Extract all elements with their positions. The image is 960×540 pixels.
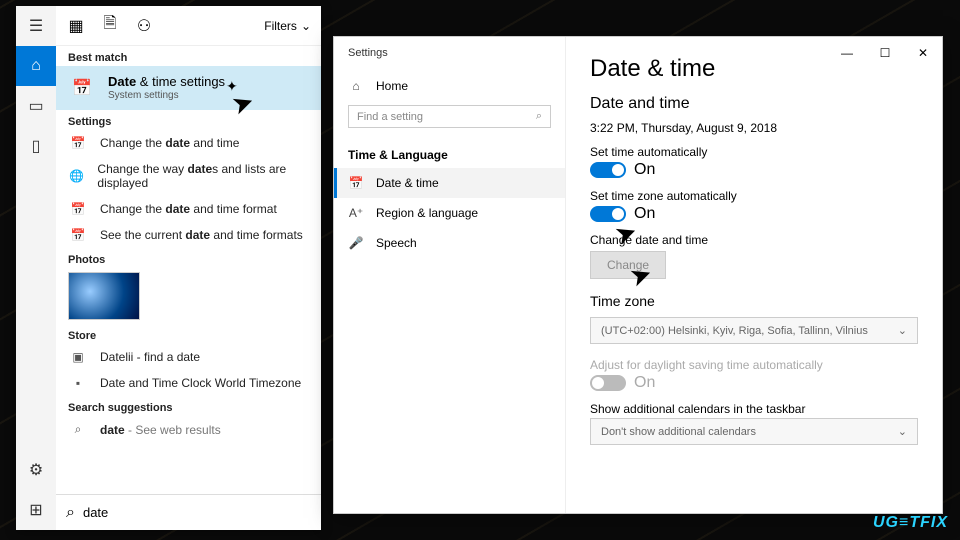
- start-rail: ☰ ⌂ ▭ ▯ ⚙ ⊞: [16, 6, 56, 530]
- device-icon[interactable]: ▯: [16, 126, 56, 166]
- label-dst: Adjust for daylight saving time automati…: [590, 358, 918, 372]
- best-match-header: Best match: [56, 46, 321, 66]
- chevron-down-icon: ⌄: [301, 19, 311, 33]
- hamburger-icon[interactable]: ☰: [16, 6, 56, 46]
- result-see-date-time-formats[interactable]: 📅See the current date and time formats: [56, 222, 321, 248]
- search-scope-bar: ▦ 🗎 ⚇ Filters ⌄: [56, 6, 321, 46]
- suggestion-date-web[interactable]: ⌕date - See web results: [56, 416, 321, 443]
- gear-icon[interactable]: ⚙: [16, 450, 56, 490]
- section-date-and-time: Date and time: [590, 95, 918, 113]
- suggestions-header: Search suggestions: [56, 396, 321, 416]
- filters-dropdown[interactable]: Filters ⌄: [264, 19, 311, 33]
- best-match-date-time-settings[interactable]: 📅 Date & time settings System settings: [56, 66, 321, 110]
- settings-title: Settings: [334, 41, 565, 71]
- label-set-time-auto: Set time automatically: [590, 145, 918, 159]
- watermark: UG≡TFIX: [873, 514, 948, 532]
- search-icon: ⌕: [66, 504, 75, 522]
- store-date-time-clock[interactable]: ▪Date and Time Clock World Timezone: [56, 370, 321, 396]
- result-change-dates-lists[interactable]: 🌐Change the way dates and lists are disp…: [56, 156, 321, 196]
- apps-scope-icon[interactable]: ▦: [66, 16, 86, 36]
- globe-icon: 🌐: [68, 169, 85, 183]
- toggle-set-tz-auto[interactable]: On: [590, 205, 918, 223]
- home-icon[interactable]: ⌂: [16, 46, 56, 86]
- result-change-date-time-format[interactable]: 📅Change the date and time format: [56, 196, 321, 222]
- calendar-icon: 📅: [68, 202, 88, 216]
- chevron-down-icon: ⌄: [898, 324, 907, 337]
- app-icon: ▣: [68, 350, 88, 364]
- web-scope-icon[interactable]: ⚇: [134, 16, 154, 36]
- calendar-icon: 📅: [68, 228, 88, 242]
- search-icon: ⌕: [536, 110, 542, 123]
- click-marks: ✦: [226, 78, 236, 95]
- label-set-tz-auto: Set time zone automatically: [590, 189, 918, 203]
- change-button[interactable]: Change: [590, 251, 666, 279]
- search-icon: ⌕: [68, 422, 88, 437]
- timezone-select[interactable]: (UTC+02:00) Helsinki, Kyiv, Riga, Sofia,…: [590, 317, 918, 344]
- nav-region-language[interactable]: A⁺Region & language: [334, 198, 565, 228]
- store-header: Store: [56, 324, 321, 344]
- home-icon: ⌂: [348, 79, 364, 93]
- mic-icon: 🎤: [348, 236, 364, 250]
- section-time-zone: Time zone: [590, 293, 918, 309]
- result-change-date-time[interactable]: 📅Change the date and time: [56, 130, 321, 156]
- nav-speech[interactable]: 🎤Speech: [334, 228, 565, 258]
- current-datetime: 3:22 PM, Thursday, August 9, 2018: [590, 121, 918, 135]
- nav-group-time-language: Time & Language: [334, 138, 565, 168]
- docs-scope-icon[interactable]: 🗎: [100, 12, 120, 39]
- photos-header: Photos: [56, 248, 321, 268]
- find-setting-input[interactable]: Find a setting⌕: [348, 105, 551, 128]
- label-additional-calendars: Show additional calendars in the taskbar: [590, 402, 918, 416]
- a-language-icon: A⁺: [348, 206, 364, 220]
- label-change-date-time: Change date and time: [590, 233, 918, 247]
- search-box[interactable]: ⌕: [56, 494, 321, 530]
- page-title: Date & time: [590, 55, 918, 83]
- app-icon: ▪: [68, 376, 88, 390]
- search-input[interactable]: [83, 505, 311, 520]
- toggle-dst: On: [590, 374, 918, 392]
- calendar-icon: 📅: [68, 136, 88, 150]
- apps-icon[interactable]: ▭: [16, 86, 56, 126]
- toggle-set-time-auto[interactable]: On: [590, 161, 918, 179]
- chevron-down-icon: ⌄: [898, 425, 907, 438]
- windows-icon[interactable]: ⊞: [16, 490, 56, 530]
- nav-date-time[interactable]: 📅Date & time: [334, 168, 565, 198]
- settings-header: Settings: [56, 110, 321, 130]
- additional-calendars-select[interactable]: Don't show additional calendars⌄: [590, 418, 918, 445]
- start-search-panel: ☰ ⌂ ▭ ▯ ⚙ ⊞ ▦ 🗎 ⚇ Filters ⌄ Best match 📅…: [16, 6, 321, 530]
- settings-window: ― ☐ ✕ Settings ⌂Home Find a setting⌕ Tim…: [333, 36, 943, 514]
- calendar-icon: 📅: [348, 176, 364, 190]
- photo-thumbnail[interactable]: [68, 272, 140, 320]
- calendar-clock-icon: 📅: [68, 74, 96, 102]
- store-datelii[interactable]: ▣Datelii - find a date: [56, 344, 321, 370]
- nav-home[interactable]: ⌂Home: [334, 71, 565, 101]
